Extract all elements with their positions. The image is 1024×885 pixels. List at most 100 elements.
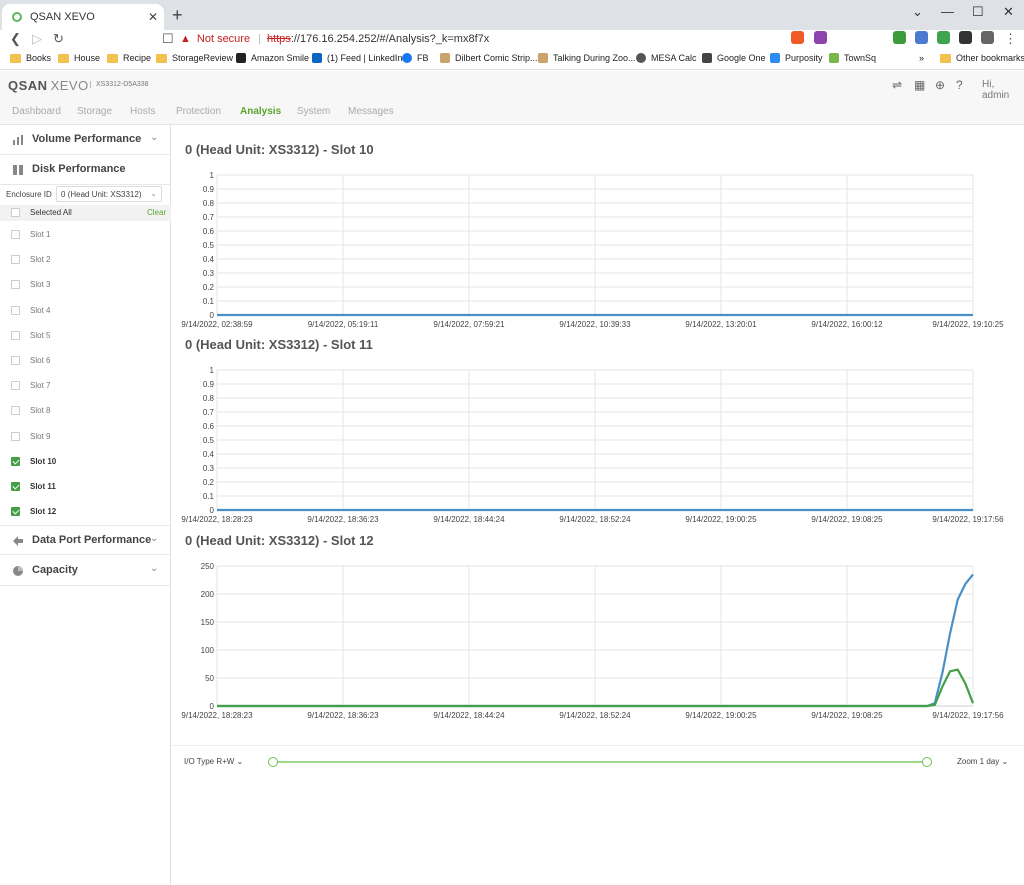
google-drive-icon[interactable] xyxy=(937,31,950,44)
brave-shield-icon[interactable] xyxy=(791,31,804,44)
bookmark-item[interactable]: (1) Feed | LinkedIn xyxy=(312,53,402,63)
address-bar[interactable]: ▲ Not secure | https ://176.16.254.252/#… xyxy=(180,30,830,48)
slot-row[interactable]: Slot 6 xyxy=(0,349,171,374)
back-icon[interactable]: ❮ xyxy=(10,31,21,47)
y-tick-label: 0.4 xyxy=(203,255,215,264)
bookmark-label: Recipe xyxy=(123,53,152,63)
slot-checkbox[interactable] xyxy=(11,431,20,441)
io-type-select[interactable]: I/O Type R+W ⌄ xyxy=(184,757,243,766)
bookmark-item[interactable]: Dilbert Comic Strip... xyxy=(440,53,538,63)
bookmark-item[interactable]: Google One xyxy=(702,53,766,63)
tab-system[interactable]: System xyxy=(297,106,330,117)
slot-checkbox[interactable] xyxy=(11,482,20,491)
y-tick-label: 0.5 xyxy=(203,241,215,250)
main-nav: Dashboard Storage Hosts Protection Analy… xyxy=(0,99,1024,125)
chevron-down-icon: ⌄ xyxy=(150,563,159,574)
close-tab-icon[interactable]: ✕ xyxy=(148,10,158,24)
new-tab-icon[interactable]: + xyxy=(172,5,183,26)
slot-checkbox[interactable] xyxy=(11,280,20,290)
slot-checkbox[interactable] xyxy=(11,255,20,265)
forward-icon[interactable]: ▷ xyxy=(32,31,42,47)
y-tick-label: 0.3 xyxy=(203,269,215,278)
slot-checkbox[interactable] xyxy=(11,381,20,391)
tab-messages[interactable]: Messages xyxy=(348,106,394,117)
tab-protection[interactable]: Protection xyxy=(176,106,221,117)
tab-search-icon[interactable]: ⌄ xyxy=(912,4,923,20)
bookmark-item[interactable]: TownSq xyxy=(829,53,876,63)
help-icon[interactable]: ? xyxy=(956,78,963,92)
globe-icon[interactable]: ⊕ xyxy=(935,78,945,92)
minimize-icon[interactable]: — xyxy=(941,4,954,19)
range-start-handle[interactable] xyxy=(268,757,278,767)
slot-row[interactable]: Slot 11 xyxy=(0,475,171,500)
browser-tab[interactable]: QSAN XEVO ✕ xyxy=(2,4,164,30)
x-tick-label: 9/14/2022, 19:08:25 xyxy=(811,515,883,524)
slot-checkbox[interactable] xyxy=(11,305,20,315)
bookmark-item[interactable]: FB xyxy=(402,53,429,63)
x-tick-label: 9/14/2022, 18:28:23 xyxy=(181,515,253,524)
slot-row[interactable]: Slot 5 xyxy=(0,324,171,349)
tab-hosts[interactable]: Hosts xyxy=(130,106,156,117)
profile-icon[interactable] xyxy=(981,31,994,44)
slot-checkbox[interactable] xyxy=(11,456,20,466)
bookmark-item[interactable]: MESA Calc xyxy=(636,53,697,63)
enclosure-select[interactable]: 0 (Head Unit: XS3312) ⌄ xyxy=(56,186,162,202)
bookmark-item[interactable]: Purposity xyxy=(770,53,823,63)
slot-row[interactable]: Slot 12 xyxy=(0,500,171,525)
user-greeting[interactable]: Hi, admin xyxy=(982,79,1024,101)
extensions-puzzle-icon[interactable] xyxy=(959,31,972,44)
slot-row[interactable]: Slot 1 xyxy=(0,223,171,248)
grid-icon[interactable]: ▦ xyxy=(914,78,925,92)
more-bookmarks-icon[interactable]: » xyxy=(919,53,924,63)
x-tick-label: 9/14/2022, 18:36:23 xyxy=(307,711,379,720)
time-range-slider[interactable] xyxy=(268,757,932,767)
logo-q: Q xyxy=(8,78,19,93)
slot-row[interactable]: Slot 10 xyxy=(0,450,171,475)
volume-performance-section[interactable]: Volume Performance ⌄ xyxy=(0,125,171,155)
slot-row[interactable]: Slot 4 xyxy=(0,299,171,324)
x-tick-label: 9/14/2022, 10:39:33 xyxy=(559,320,631,329)
slot-row[interactable]: Slot 3 xyxy=(0,273,171,298)
reload-icon[interactable]: ↻ xyxy=(53,31,64,47)
disk-performance-section[interactable]: Disk Performance xyxy=(0,155,171,185)
chevron-down-icon: ⌄ xyxy=(236,757,244,766)
clear-link[interactable]: Clear xyxy=(147,208,166,217)
maximize-icon[interactable]: ☐ xyxy=(972,4,984,20)
x-tick-label: 9/14/2022, 18:52:24 xyxy=(559,711,631,720)
network-icon[interactable]: ⇌ xyxy=(892,78,902,92)
extension-icon[interactable] xyxy=(893,31,906,44)
other-bookmarks[interactable]: Other bookmarks xyxy=(940,53,1024,63)
data-port-performance-section[interactable]: Data Port Performance ⌄ xyxy=(0,525,171,555)
bookmark-item[interactable]: Recipe xyxy=(107,53,151,63)
slot-label: Slot 6 xyxy=(30,356,51,365)
capacity-section[interactable]: Capacity ⌄ xyxy=(0,556,171,586)
slot-row[interactable]: Slot 9 xyxy=(0,425,171,450)
slot-checkbox[interactable] xyxy=(11,356,20,365)
bookmark-star-icon[interactable]: ☐ xyxy=(162,31,174,47)
range-end-handle[interactable] xyxy=(922,757,932,767)
slot-checkbox[interactable] xyxy=(11,230,20,239)
slot-checkbox[interactable] xyxy=(11,330,20,340)
tab-analysis[interactable]: Analysis xyxy=(240,106,281,117)
bookmark-item[interactable]: Books xyxy=(10,53,51,63)
chevron-down-icon: ⌄ xyxy=(150,189,157,198)
slot-row[interactable]: Slot 7 xyxy=(0,374,171,399)
bookmark-item[interactable]: Talking During Zoo... xyxy=(538,53,636,63)
slot-row[interactable]: Slot 8 xyxy=(0,399,171,424)
zoom-select[interactable]: Zoom 1 day ⌄ xyxy=(957,757,1008,766)
menu-icon[interactable]: ⋮ xyxy=(1004,31,1017,47)
close-window-icon[interactable]: ✕ xyxy=(1003,4,1014,20)
slot-row[interactable]: Slot 2 xyxy=(0,248,171,273)
bookmark-label: (1) Feed | LinkedIn xyxy=(327,53,403,63)
bookmark-item[interactable]: StorageReview xyxy=(156,53,233,63)
tab-dashboard[interactable]: Dashboard xyxy=(12,106,61,117)
brave-rewards-icon[interactable] xyxy=(814,31,827,44)
extension-icon[interactable] xyxy=(915,31,928,44)
bookmark-item[interactable]: Amazon Smile xyxy=(236,53,309,63)
tab-storage[interactable]: Storage xyxy=(77,106,112,117)
bookmark-item[interactable]: House xyxy=(58,53,100,63)
slot-checkbox[interactable] xyxy=(11,507,20,517)
slot-label: Slot 12 xyxy=(30,507,57,517)
select-all-checkbox[interactable] xyxy=(11,208,20,217)
slot-checkbox[interactable] xyxy=(11,406,20,416)
